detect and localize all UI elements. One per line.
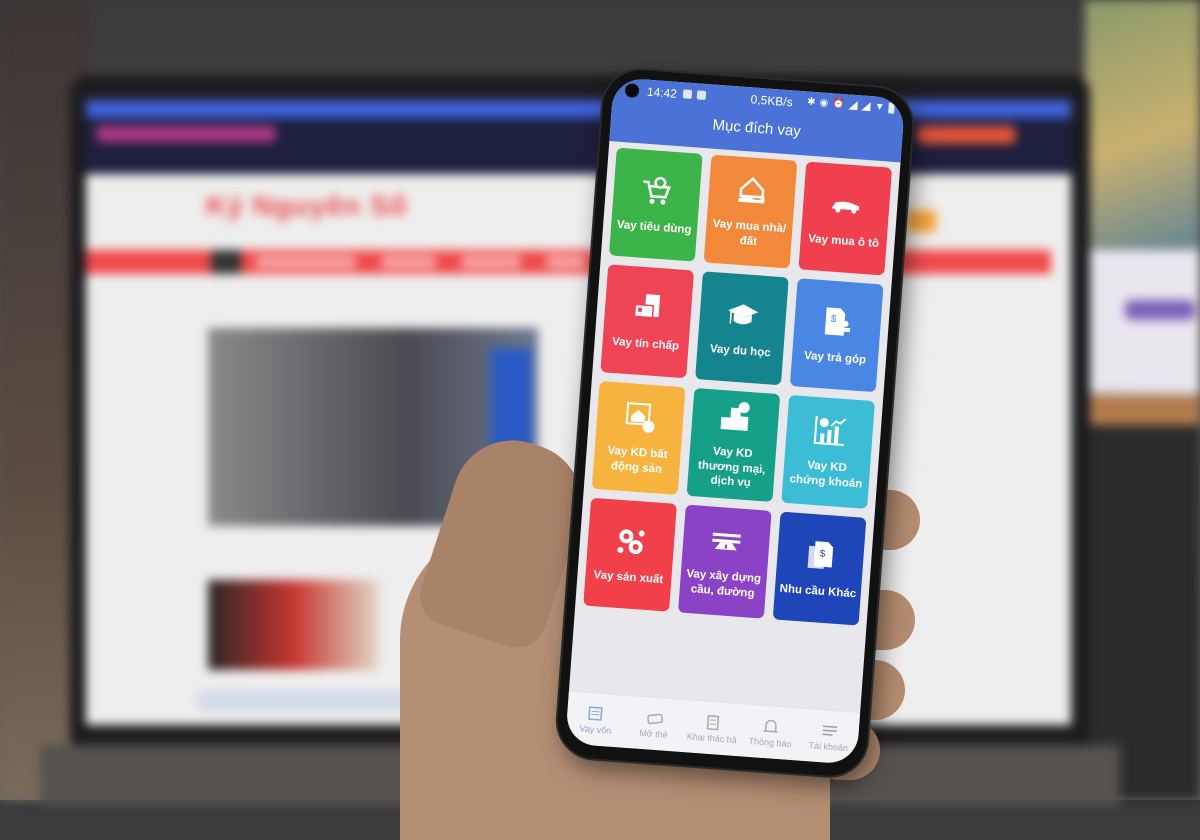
signal-icon <box>848 100 858 110</box>
loan-purpose-grid: Vay tiêu dùng Vay mua nhà/ đất Vay mua ô… <box>583 148 892 626</box>
wifi-icon: ▼ <box>874 101 885 113</box>
tile-label: Vay du học <box>705 341 775 361</box>
phone-screen: 14:42 0,5KB/s ✱ ◉ ⏰ ▼ Mục đích vay <box>565 77 905 765</box>
shopping-cart-coin-icon <box>639 173 675 209</box>
tile-label: Vay mua nhà/ đất <box>705 216 793 252</box>
tile-vay-xay-dung-cau-duong[interactable]: Vay xây dựng cầu, đường <box>678 505 772 619</box>
article-thumbnail <box>208 580 378 670</box>
tile-vay-kd-chung-khoan[interactable]: Vay KD chứng khoán <box>781 395 875 509</box>
tile-vay-tin-chap[interactable]: Vay tín chấp <box>600 264 694 378</box>
nav-tai-khoan[interactable]: Tài khoản <box>799 720 859 753</box>
front-camera <box>625 83 640 98</box>
property-money-icon <box>622 399 658 435</box>
tile-label: Nhu cầu Khác <box>775 581 861 602</box>
graduation-cap-icon <box>725 297 761 333</box>
documents-dollar-icon: $ <box>802 537 838 573</box>
card-icon <box>645 709 664 726</box>
nav-mo-the[interactable]: Mở thẻ <box>624 707 684 740</box>
tile-vay-kd-thuong-mai-dich-vu[interactable]: Vay KD thương mại, dịch vụ <box>687 388 781 502</box>
tile-label: Vay KD thương mại, dịch vụ <box>687 442 776 493</box>
nav-khai-thac[interactable]: Khai thác bả <box>683 712 743 745</box>
site-nav-bar <box>86 250 1051 274</box>
nav-label: Mở thẻ <box>639 727 668 739</box>
buildings-coin-icon <box>717 398 753 434</box>
tile-label: Vay mua ô tô <box>804 231 884 252</box>
credit-card-document-icon <box>630 290 666 326</box>
loan-icon <box>587 705 606 722</box>
background-shelf <box>1085 395 1200 425</box>
tile-label: Vay trả góp <box>800 348 871 368</box>
bluetooth-icon: ✱ <box>807 96 816 108</box>
status-time: 14:42 <box>647 85 678 101</box>
vibrate-icon: ◉ <box>819 97 829 109</box>
tile-label: Vay sản xuất <box>589 567 668 588</box>
nav-vay-von[interactable]: Vay vốn <box>566 703 626 736</box>
browser-menubar <box>86 100 1071 118</box>
tile-label: Vay KD bất động sản <box>593 443 681 479</box>
tile-label: Vay tiêu dùng <box>612 217 696 238</box>
nav-label: Tài khoản <box>808 740 848 753</box>
bell-icon <box>762 717 781 734</box>
road-bridge-icon <box>708 523 744 559</box>
tile-vay-san-xuat[interactable]: Vay sản xuất <box>583 498 677 612</box>
background-desk <box>1085 425 1200 800</box>
nav-label: Khai thác bả <box>687 731 738 745</box>
tile-vay-du-hoc[interactable]: Vay du học <box>695 271 789 385</box>
nav-label: Vay vốn <box>579 723 612 735</box>
background-monitor <box>1085 0 1200 420</box>
building-icon <box>703 713 722 730</box>
nav-thong-bao[interactable]: Thông báo <box>741 716 801 749</box>
car-icon <box>828 187 864 223</box>
tile-vay-mua-o-to[interactable]: Vay mua ô tô <box>798 162 892 276</box>
tile-nhu-cau-khac[interactable]: $ Nhu cầu Khác <box>773 512 867 626</box>
browser-tabbar <box>86 118 1071 174</box>
bottom-navigation: Vay vốn Mở thẻ Khai thác bả Thông bá <box>565 691 860 765</box>
network-speed: 0,5KB/s <box>750 92 793 109</box>
tile-vay-tieu-dung[interactable]: Vay tiêu dùng <box>609 148 703 262</box>
message-icon <box>683 89 693 99</box>
signal-icon <box>861 101 871 111</box>
site-logo: Kỷ Nguyên Số <box>206 190 408 222</box>
invoice-stamp-icon: $ <box>819 304 855 340</box>
phone: 14:42 0,5KB/s ✱ ◉ ⏰ ▼ Mục đích vay <box>555 68 915 779</box>
tile-label: Vay xây dựng cầu, đường <box>679 567 767 603</box>
gears-icon <box>613 523 649 559</box>
tile-vay-mua-nha-dat[interactable]: Vay mua nhà/ đất <box>704 155 798 269</box>
tile-label: Vay KD chứng khoán <box>782 457 870 493</box>
tile-vay-tra-gop[interactable]: $ Vay trả góp <box>790 278 884 392</box>
alarm-icon: ⏰ <box>832 98 845 110</box>
battery-icon <box>888 102 895 113</box>
menu-icon <box>820 722 839 739</box>
tile-vay-kd-bat-dong-san[interactable]: Vay KD bất động sản <box>592 381 686 495</box>
house-hand-icon <box>734 172 770 208</box>
stock-chart-icon <box>811 413 847 449</box>
tile-label: Vay tín chấp <box>608 334 684 354</box>
nav-label: Thông báo <box>748 735 792 748</box>
notification-icon <box>697 90 707 100</box>
